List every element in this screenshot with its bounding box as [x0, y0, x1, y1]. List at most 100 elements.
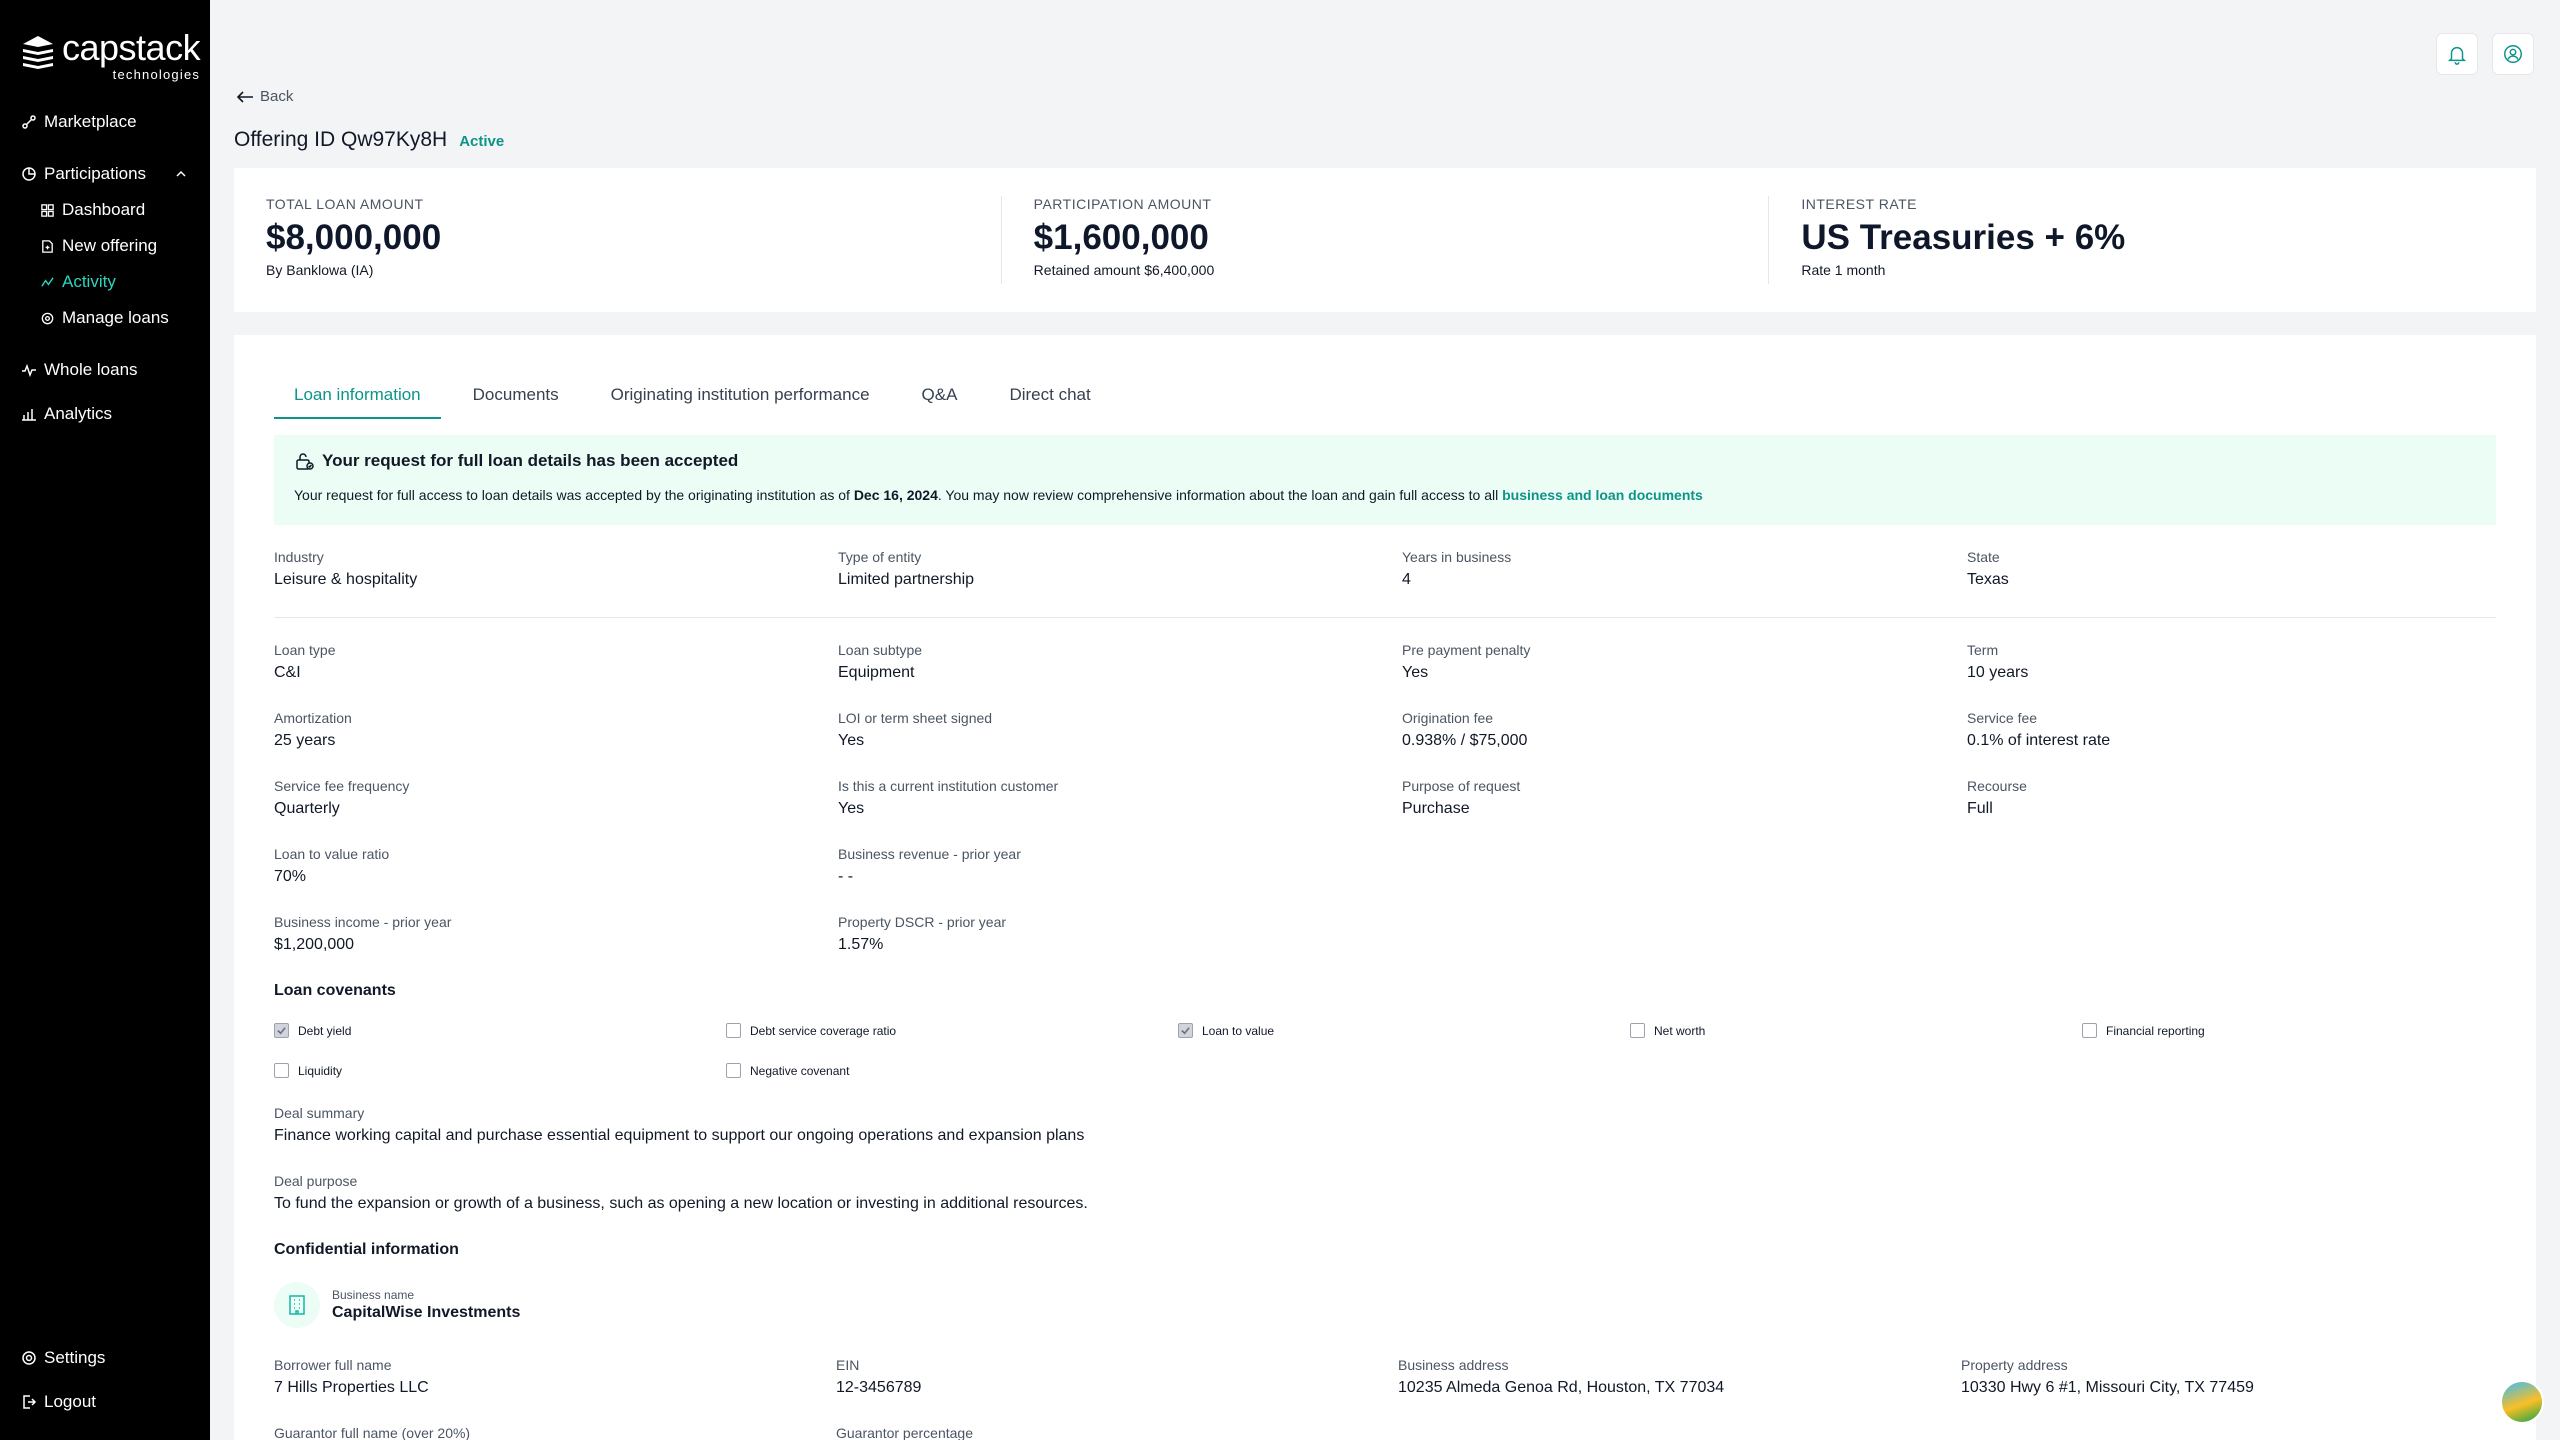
field-label: Industry	[274, 549, 324, 565]
nav-logout[interactable]: Logout	[0, 1380, 210, 1424]
manage-icon	[38, 309, 56, 327]
business-name-block: Business name CapitalWise Investments	[274, 1282, 520, 1328]
notifications-button[interactable]	[2436, 33, 2478, 75]
field-business-address: Business address 10235 Almeda Genoa Rd, H…	[1398, 1357, 1724, 1397]
nav-manage-loans-label: Manage loans	[62, 308, 169, 327]
covenant-debt-service-coverage[interactable]: Debt service coverage ratio	[726, 1023, 896, 1038]
covenant-liquidity[interactable]: Liquidity	[274, 1063, 342, 1078]
nav-activity-label: Activity	[62, 272, 116, 291]
documents-link[interactable]: business and loan documents	[1502, 487, 1703, 503]
field-service-fee-frequency: Service fee frequency Quarterly	[274, 778, 409, 818]
document-plus-icon	[38, 237, 56, 255]
nav-marketplace[interactable]: Marketplace	[0, 104, 210, 140]
field-value: 1.57%	[838, 936, 884, 953]
logo-stack-icon	[23, 36, 53, 69]
tab-bar: Loan information Documents Originating i…	[274, 375, 1123, 419]
nav-settings[interactable]: Settings	[0, 1336, 210, 1380]
pie-chart-icon	[20, 165, 38, 183]
field-value: 10 years	[1967, 664, 2029, 681]
field-value: Purchase	[1402, 800, 1470, 817]
brand-logo[interactable]: capstack technologies	[20, 27, 201, 81]
chevron-up-icon[interactable]	[174, 167, 188, 181]
field-value: Finance working capital and purchase ess…	[274, 1127, 1085, 1144]
main-nav: Marketplace Participations Dashboard New…	[0, 104, 210, 432]
tab-direct-chat[interactable]: Direct chat	[989, 375, 1110, 419]
field-state: State Texas	[1967, 549, 2009, 589]
checkbox[interactable]	[2082, 1023, 2097, 1038]
field-loan-type: Loan type C&I	[274, 642, 336, 682]
interest-value: US Treasuries + 6%	[1801, 218, 2126, 257]
checkbox[interactable]	[726, 1063, 741, 1078]
field-label: Is this a current institution customer	[838, 778, 1059, 794]
field-value: 12-3456789	[836, 1379, 922, 1396]
field-label: Recourse	[1967, 778, 2027, 794]
back-link[interactable]: Back	[236, 88, 293, 105]
field-current-customer: Is this a current institution customer Ye…	[838, 778, 1058, 818]
field-guarantor-percentage: Guarantor percentage	[836, 1425, 973, 1440]
tab-qa[interactable]: Q&A	[902, 375, 978, 419]
nav-new-offering[interactable]: New offering	[0, 228, 210, 264]
nav-participations[interactable]: Participations	[0, 156, 210, 192]
tab-loan-information[interactable]: Loan information	[274, 375, 441, 419]
page-header: Offering ID Qw97Ky8H Active	[234, 128, 504, 152]
alert-body-mid: . You may now review comprehensive infor…	[937, 487, 1503, 503]
field-property-address: Property address 10330 Hwy 6 #1, Missouri…	[1961, 1357, 2254, 1397]
covenant-label: Negative covenant	[750, 1063, 850, 1078]
field-value: $1,200,000	[274, 936, 355, 953]
field-label: Guarantor full name (over 20%)	[274, 1425, 471, 1440]
interest-rate: INTEREST RATE US Treasuries + 6% Rate 1 …	[1769, 196, 2536, 284]
field-entity-type: Type of entity Limited partnership	[838, 549, 974, 589]
checkbox[interactable]	[274, 1063, 289, 1078]
covenant-label: Net worth	[1654, 1023, 1706, 1038]
checkbox[interactable]	[274, 1023, 289, 1038]
field-label: Loan type	[274, 642, 336, 658]
back-label: Back	[260, 88, 294, 105]
arrow-left-icon	[236, 90, 253, 103]
alert-title: Your request for full loan details has b…	[294, 451, 2476, 471]
field-value: 10330 Hwy 6 #1, Missouri City, TX 77459	[1961, 1379, 2254, 1396]
checkbox[interactable]	[1630, 1023, 1645, 1038]
covenant-label: Financial reporting	[2106, 1023, 2205, 1038]
covenant-debt-yield[interactable]: Debt yield	[274, 1023, 351, 1038]
loan-details-card: Loan information Documents Originating i…	[234, 335, 2536, 1440]
covenant-negative[interactable]: Negative covenant	[726, 1063, 849, 1078]
total-loan-sub: By Banklowa (IA)	[266, 262, 374, 278]
bell-icon	[2447, 46, 2467, 65]
nav-whole-loans[interactable]: Whole loans	[0, 352, 210, 388]
field-value: Full	[1967, 800, 1993, 817]
profile-button[interactable]	[2492, 33, 2534, 75]
field-business-income: Business income - prior year $1,200,000	[274, 914, 451, 954]
support-chat-avatar[interactable]	[2500, 1380, 2544, 1424]
tab-originating-institution-performance[interactable]: Originating institution performance	[591, 375, 890, 419]
gear-icon	[20, 1349, 38, 1367]
field-value: Texas	[1967, 571, 2009, 588]
field-business-revenue: Business revenue - prior year - -	[838, 846, 1021, 886]
field-label: Origination fee	[1402, 710, 1494, 726]
field-label: Deal purpose	[274, 1173, 358, 1189]
participation-sub: Retained amount $6,400,000	[1033, 262, 1215, 278]
field-amortization: Amortization 25 years	[274, 710, 352, 750]
nav-dashboard[interactable]: Dashboard	[0, 192, 210, 228]
covenant-label: Debt yield	[298, 1023, 352, 1038]
checkbox[interactable]	[726, 1023, 741, 1038]
nav-manage-loans[interactable]: Manage loans	[0, 300, 210, 336]
nav-activity[interactable]: Activity	[0, 264, 210, 300]
field-label: Guarantor percentage	[836, 1425, 973, 1440]
logout-icon	[20, 1393, 38, 1411]
field-value: 0.938% / $75,000	[1402, 732, 1528, 749]
field-deal-purpose: Deal purpose To fund the expansion or gr…	[274, 1173, 1088, 1213]
field-label: Borrower full name	[274, 1357, 392, 1373]
field-value: C&I	[274, 664, 301, 681]
participation-amount: PARTICIPATION AMOUNT $1,600,000 Retained…	[1002, 196, 1770, 284]
tab-documents[interactable]: Documents	[453, 375, 579, 419]
field-label: Service fee frequency	[274, 778, 410, 794]
nav-analytics[interactable]: Analytics	[0, 396, 210, 432]
field-label: LOI or term sheet signed	[838, 710, 993, 726]
alert-title-text: Your request for full loan details has b…	[322, 451, 739, 470]
field-label: Amortization	[274, 710, 352, 726]
covenant-loan-to-value[interactable]: Loan to value	[1178, 1023, 1274, 1038]
checkbox[interactable]	[1178, 1023, 1193, 1038]
covenant-financial-reporting[interactable]: Financial reporting	[2082, 1023, 2205, 1038]
brand-name: capstack	[62, 27, 201, 68]
covenant-net-worth[interactable]: Net worth	[1630, 1023, 1705, 1038]
